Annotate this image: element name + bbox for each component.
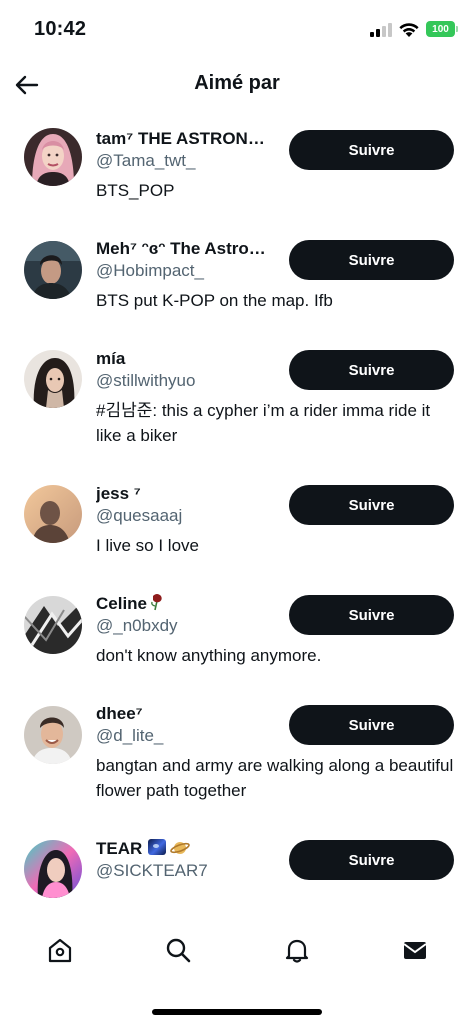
user-name[interactable]: Celine [96,593,282,615]
header: Aimé par [0,58,474,112]
user-list-item[interactable]: dhee⁷ @d_lite_ bangtan and army are walk… [0,703,474,803]
user-name[interactable]: TEAR [96,838,282,860]
user-name-text: Celine [96,594,148,613]
status-time: 10:42 [34,18,87,40]
user-name[interactable]: jess ⁷ [96,483,282,505]
user-list-item[interactable]: mía @stillwithyuo #김남준: this a cypher i’… [0,348,474,448]
battery-level: 100 [432,23,449,35]
battery-icon: 100 [426,21,458,37]
user-name[interactable]: mía [96,348,282,370]
follow-button[interactable]: Suivre [289,705,454,745]
bell-icon [285,939,309,963]
home-indicator [152,1009,322,1015]
user-bio: bangtan and army are walking along a bea… [96,756,454,800]
avatar[interactable] [24,840,82,898]
nav-messages[interactable] [399,934,431,966]
follow-button[interactable]: Suivre [289,130,454,170]
nav-search[interactable] [162,934,194,966]
ringed-planet-icon [170,842,191,854]
follow-button[interactable]: Suivre [289,595,454,635]
avatar[interactable] [24,706,82,764]
user-name[interactable]: tam⁷ THE ASTRON… [96,128,282,150]
user-list-item[interactable]: Meh⁷ ᵔɞᵔ The Astro… @Hobimpact_ BTS put … [0,238,474,318]
page-title: Aimé par [194,72,280,94]
nav-notifications[interactable] [281,934,313,966]
status-bar: 10:42 100 [0,0,474,58]
user-bio: BTS_POP [96,181,175,200]
follow-button[interactable]: Suivre [289,840,454,880]
user-bio: don't know anything anymore. [96,646,322,665]
user-bio: I live so I love [96,536,199,555]
wilted-rose-icon [151,594,162,611]
nav-home[interactable] [44,934,76,966]
mail-icon [403,942,427,959]
user-bio: #김남준: this a cypher i’m a rider imma rid… [96,401,431,445]
home-icon [48,938,72,963]
avatar[interactable] [24,241,82,299]
avatar[interactable] [24,485,82,543]
search-icon [166,938,191,963]
user-name-text: TEAR [96,839,143,858]
avatar[interactable] [24,350,82,408]
user-name[interactable]: dhee⁷ [96,703,282,725]
cellular-signal-icon [370,23,392,37]
user-list-item[interactable]: TEAR @SICKTEAR7 Suivre [0,838,474,900]
avatar[interactable] [24,596,82,654]
user-list-item[interactable]: Celine @_n0bxdy don't know anything anym… [0,593,474,673]
bottom-nav [0,928,474,978]
follow-button[interactable]: Suivre [289,350,454,390]
galaxy-icon [148,839,167,855]
user-list-item[interactable]: tam⁷ THE ASTRON… @Tama_twt_ BTS_POP Suiv… [0,128,474,208]
user-bio: BTS put K-POP on the map. Ifb [96,291,333,310]
user-list-item[interactable]: jess ⁷ @quesaaaj I live so I love Suivre [0,483,474,563]
follow-button[interactable]: Suivre [289,240,454,280]
follow-button[interactable]: Suivre [289,485,454,525]
avatar[interactable] [24,128,82,186]
user-name[interactable]: Meh⁷ ᵔɞᵔ The Astro… [96,238,282,260]
wifi-icon [399,23,419,37]
